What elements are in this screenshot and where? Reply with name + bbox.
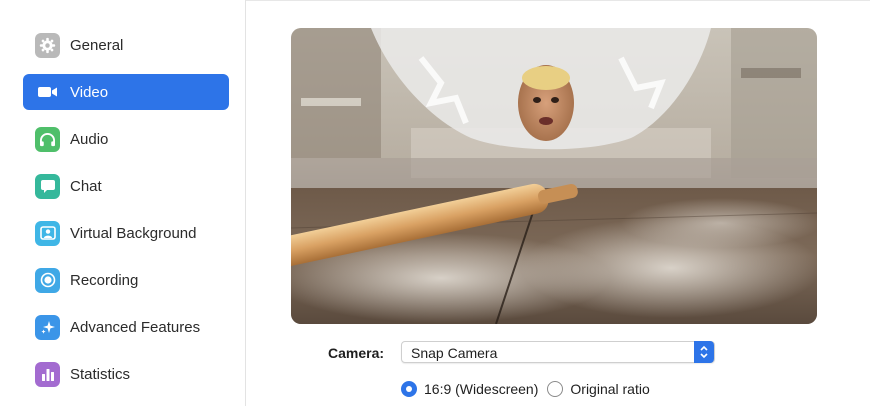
chat-bubble-icon <box>35 173 60 199</box>
record-icon <box>35 267 60 293</box>
sidebar-item-label: General <box>70 36 124 54</box>
sidebar-item-virtual-background[interactable]: Virtual Background <box>23 215 229 251</box>
radio-widescreen[interactable] <box>401 381 417 397</box>
sidebar-item-label: Statistics <box>70 365 131 383</box>
radio-widescreen-label[interactable]: 16:9 (Widescreen) <box>424 381 538 397</box>
video-camera-icon <box>35 80 60 105</box>
camera-select[interactable]: Snap Camera <box>401 341 715 363</box>
headphones-icon <box>35 126 60 152</box>
radio-original-ratio[interactable] <box>547 381 564 397</box>
sidebar-item-statistics[interactable]: Statistics <box>23 356 229 392</box>
camera-row: Camera: Snap Camera <box>328 341 715 365</box>
sidebar-item-label: Audio <box>70 130 109 148</box>
sidebar-item-video[interactable]: Video <box>23 74 229 110</box>
chevron-up-down-icon[interactable] <box>694 341 714 363</box>
camera-preview-image <box>291 28 817 324</box>
settings-window: General Video Audio Chat Virtual Backgro… <box>0 0 870 406</box>
gear-icon <box>35 32 60 58</box>
sidebar-item-label: Advanced Features <box>70 318 201 336</box>
sidebar-item-label: Video <box>70 83 109 101</box>
sidebar-item-advanced-features[interactable]: Advanced Features <box>23 309 229 345</box>
aspect-ratio-options: 16:9 (Widescreen) Original ratio <box>401 379 659 399</box>
camera-select-value: Snap Camera <box>411 345 498 361</box>
sidebar-item-general[interactable]: General <box>23 27 229 63</box>
sidebar-item-recording[interactable]: Recording <box>23 262 229 298</box>
person-portrait-icon <box>35 220 60 246</box>
camera-preview <box>291 28 817 324</box>
sidebar-item-chat[interactable]: Chat <box>23 168 229 204</box>
sidebar-item-label: Virtual Background <box>70 224 197 242</box>
camera-label: Camera: <box>328 345 385 361</box>
settings-sidebar: General Video Audio Chat Virtual Backgro… <box>0 0 246 406</box>
sidebar-item-label: Recording <box>70 271 139 289</box>
radio-original-ratio-label[interactable]: Original ratio <box>570 381 649 397</box>
sparkle-icon <box>35 314 60 340</box>
sidebar-item-label: Chat <box>70 177 102 195</box>
bar-chart-icon <box>35 361 60 387</box>
sidebar-item-audio[interactable]: Audio <box>23 121 229 157</box>
